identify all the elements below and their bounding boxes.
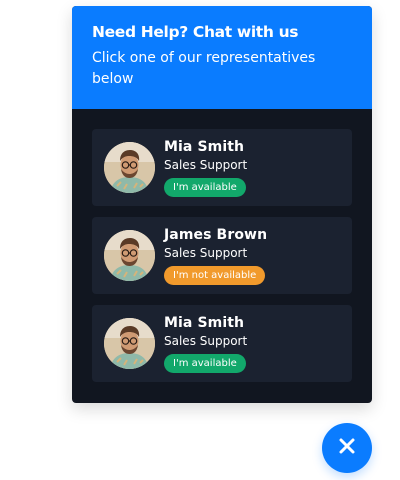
representative-card[interactable]: Mia Smith Sales Support I'm available <box>92 129 352 206</box>
representative-card[interactable]: James Brown Sales Support I'm not availa… <box>92 217 352 294</box>
representative-name: Mia Smith <box>164 139 245 155</box>
avatar <box>104 230 155 281</box>
avatar <box>104 318 155 369</box>
representative-info: James Brown Sales Support I'm not availa… <box>164 226 267 285</box>
chat-title: Need Help? Chat with us <box>92 23 299 41</box>
close-icon <box>338 437 356 459</box>
representative-name: Mia Smith <box>164 315 245 331</box>
chat-subtitle: Click one of our representatives below <box>92 50 316 87</box>
representative-name: James Brown <box>164 227 268 243</box>
representative-card[interactable]: Mia Smith Sales Support I'm available <box>92 305 352 382</box>
representative-list: Mia Smith Sales Support I'm available Ja… <box>72 109 372 382</box>
representative-role: Sales Support <box>164 158 248 172</box>
status-badge: I'm not available <box>164 266 266 285</box>
chat-header: Need Help? Chat with us Click one of our… <box>72 6 372 109</box>
representative-role: Sales Support <box>164 246 248 260</box>
chat-panel: Need Help? Chat with us Click one of our… <box>72 6 372 403</box>
close-chat-button[interactable] <box>322 423 372 473</box>
avatar <box>104 142 155 193</box>
status-badge: I'm available <box>164 178 246 197</box>
representative-info: Mia Smith Sales Support I'm available <box>164 138 247 197</box>
representative-info: Mia Smith Sales Support I'm available <box>164 314 247 373</box>
status-badge: I'm available <box>164 354 246 373</box>
chat-widget-page: Need Help? Chat with us Click one of our… <box>0 0 400 480</box>
representative-role: Sales Support <box>164 334 248 348</box>
